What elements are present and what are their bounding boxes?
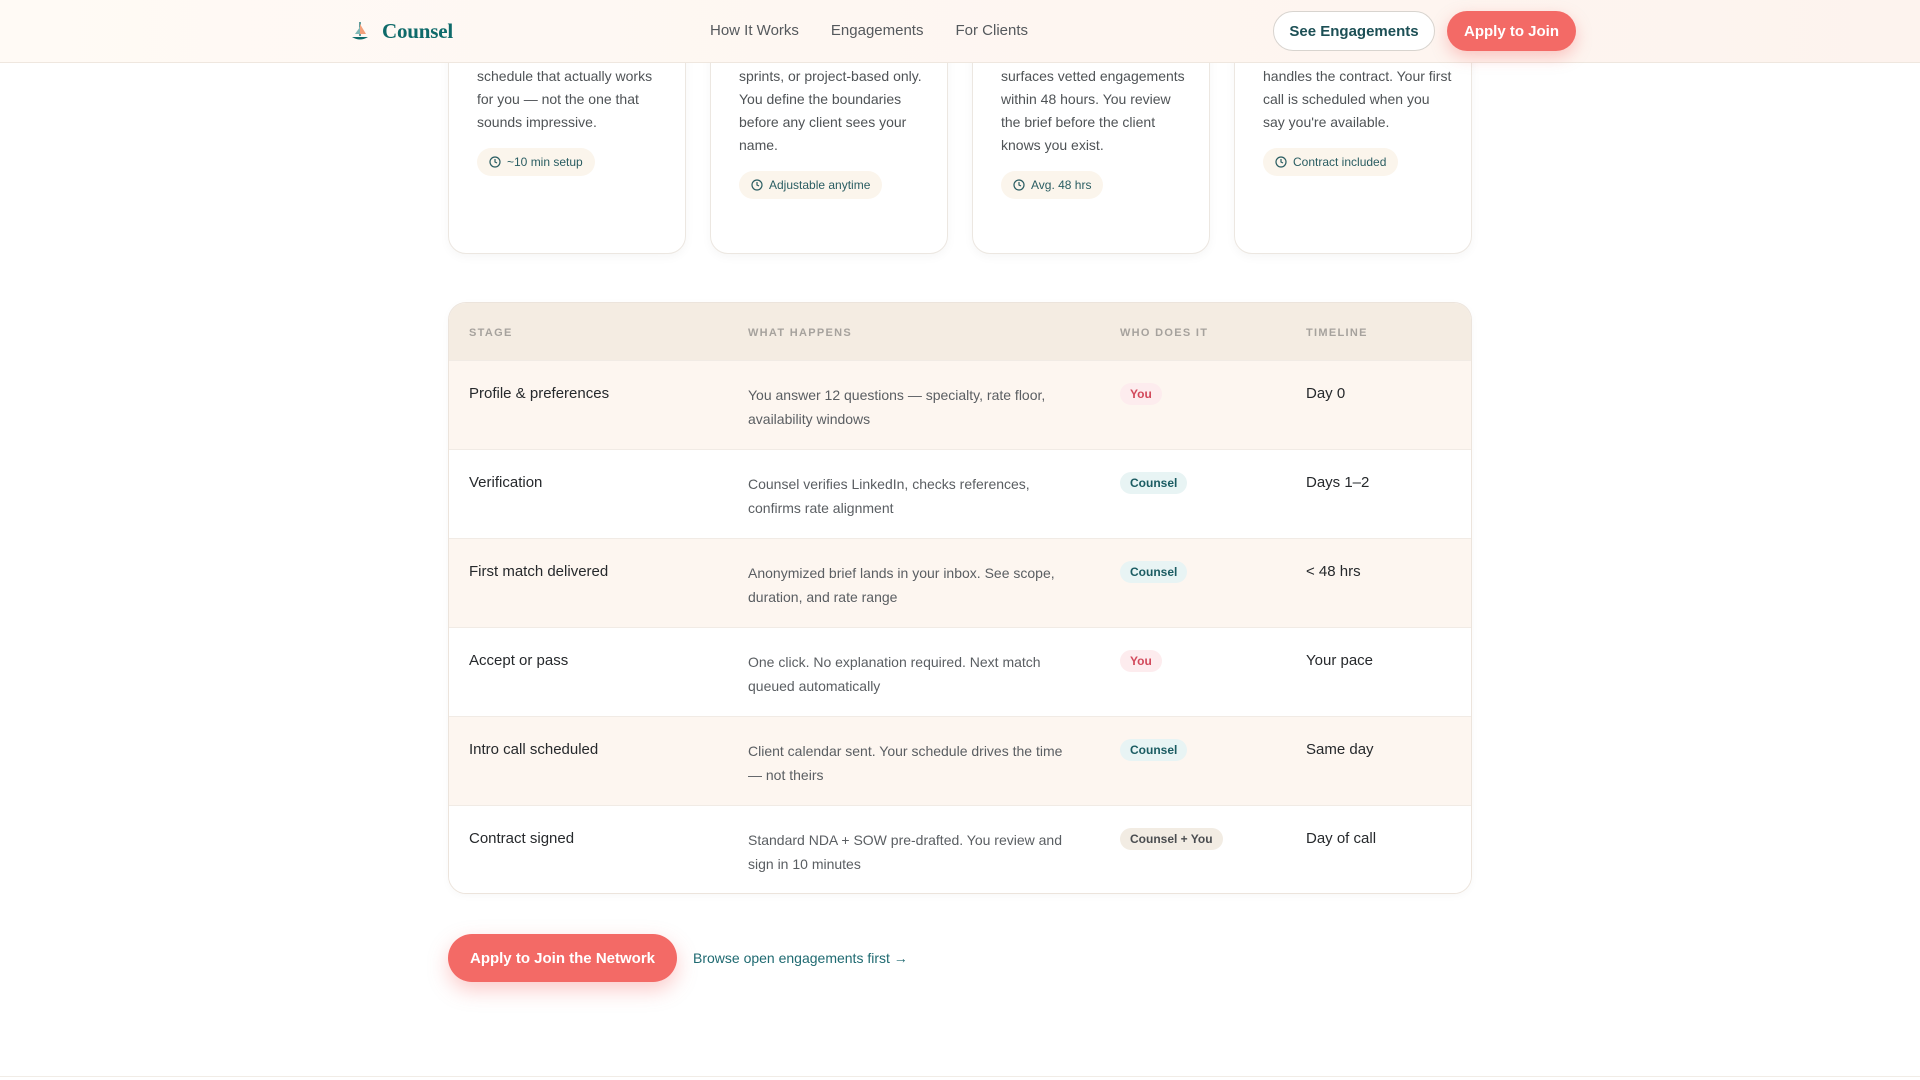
- header-who-does-it: WHO DOES IT: [1120, 327, 1209, 339]
- clock-icon: [751, 179, 763, 191]
- what-cell: Anonymized brief lands in your inbox. Se…: [748, 565, 1055, 605]
- card-text: handles the contract. Your first call is…: [1263, 68, 1452, 130]
- who-cell: You: [1120, 383, 1162, 405]
- who-badge: You: [1120, 650, 1162, 672]
- who-badge: Counsel + You: [1120, 828, 1223, 850]
- header-stage: STAGE: [469, 327, 513, 339]
- who-cell: Counsel + You: [1120, 828, 1223, 850]
- card-badge: Contract included: [1263, 148, 1399, 176]
- who-cell: Counsel: [1120, 472, 1188, 494]
- process-table: STAGE WHAT HAPPENS WHO DOES IT TIMELINE …: [448, 302, 1472, 894]
- what-cell: One click. No explanation required. Next…: [748, 654, 1041, 694]
- what-cell: Standard NDA + SOW pre-drafted. You revi…: [748, 832, 1063, 872]
- clock-icon: [1013, 179, 1025, 191]
- nav-for-clients[interactable]: For Clients: [955, 22, 1028, 39]
- table-row: Accept or pass One click. No explanation…: [449, 627, 1471, 716]
- apply-network-button[interactable]: Apply to Join the Network: [448, 934, 677, 982]
- table-row: Intro call scheduled Client calendar sen…: [449, 716, 1471, 805]
- timeline-cell: Days 1–2: [1306, 474, 1370, 491]
- header-what-happens: WHAT HAPPENS: [748, 327, 853, 339]
- apply-to-join-button[interactable]: Apply to Join: [1447, 11, 1576, 51]
- clock-icon: [1275, 156, 1287, 168]
- table-row: Profile & preferences You answer 12 ques…: [449, 360, 1471, 449]
- nav-engagements[interactable]: Engagements: [831, 22, 924, 39]
- header-timeline: TIMELINE: [1306, 327, 1368, 339]
- timeline-cell: Same day: [1306, 741, 1374, 758]
- what-cell: Client calendar sent. Your schedule driv…: [748, 743, 1063, 783]
- card-badge: ~10 min setup: [477, 148, 595, 176]
- stage-cell: Intro call scheduled: [469, 741, 599, 758]
- who-cell: Counsel: [1120, 739, 1188, 761]
- main-nav: How It Works Engagements For Clients: [710, 22, 1028, 39]
- table-header: STAGE WHAT HAPPENS WHO DOES IT TIMELINE: [449, 303, 1471, 360]
- brand-name: Counsel: [382, 19, 453, 43]
- timeline-cell: Your pace: [1306, 652, 1374, 669]
- table-row: Contract signed Standard NDA + SOW pre-d…: [449, 805, 1471, 893]
- nav-how-it-works[interactable]: How It Works: [710, 22, 799, 39]
- stage-cell: Accept or pass: [469, 652, 569, 669]
- stage-cell: Profile & preferences: [469, 385, 610, 402]
- card-badge-label: Contract included: [1293, 155, 1387, 169]
- who-badge: Counsel: [1120, 472, 1188, 494]
- stage-cell: Verification: [469, 474, 543, 491]
- clock-icon: [489, 156, 501, 168]
- who-badge: Counsel: [1120, 739, 1188, 761]
- card-text: surfaces vetted engagements within 48 ho…: [1001, 68, 1185, 153]
- who-badge: Counsel: [1120, 561, 1188, 583]
- browse-engagements-link[interactable]: Browse open engagements first →: [693, 950, 908, 966]
- stage-cell: Contract signed: [469, 830, 575, 847]
- timeline-cell: < 48 hrs: [1306, 563, 1361, 580]
- timeline-cell: Day of call: [1306, 830, 1377, 847]
- card-text: schedule that actually works for you — n…: [477, 68, 653, 130]
- table-row: Verification Counsel verifies LinkedIn, …: [449, 449, 1471, 538]
- what-cell: You answer 12 questions — specialty, rat…: [748, 387, 1046, 427]
- table-row: First match delivered Anonymized brief l…: [449, 538, 1471, 627]
- what-cell: Counsel verifies LinkedIn, checks refere…: [748, 476, 1030, 516]
- brand-logo[interactable]: Counsel: [350, 19, 453, 44]
- who-badge: You: [1120, 383, 1162, 405]
- card-badge: Adjustable anytime: [739, 171, 883, 199]
- see-engagements-button[interactable]: See Engagements: [1273, 11, 1435, 51]
- footer-divider: [0, 1076, 1920, 1077]
- card-badge-label: Avg. 48 hrs: [1031, 178, 1092, 192]
- card-badge-label: Adjustable anytime: [769, 178, 871, 192]
- sailboat-logo-icon: [352, 21, 368, 39]
- card-text: sprints, or project-based only. You defi…: [739, 68, 922, 153]
- stage-cell: First match delivered: [469, 563, 609, 580]
- card-badge: Avg. 48 hrs: [1001, 171, 1104, 199]
- who-cell: Counsel: [1120, 561, 1188, 583]
- card-badge-label: ~10 min setup: [507, 155, 583, 169]
- top-nav-bar: Counsel How It Works Engagements For Cli…: [0, 0, 1920, 63]
- who-cell: You: [1120, 650, 1162, 672]
- timeline-cell: Day 0: [1306, 385, 1346, 402]
